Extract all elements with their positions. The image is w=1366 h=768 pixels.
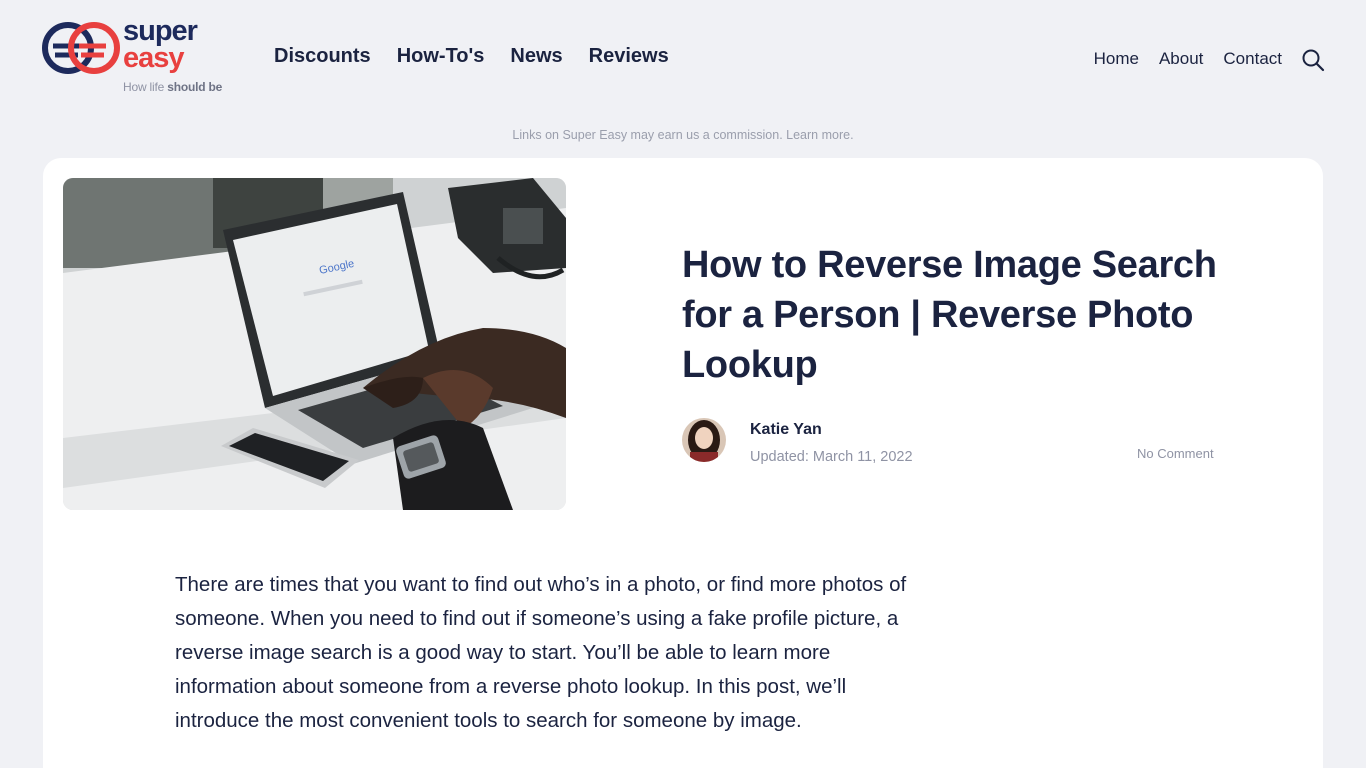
tagline-bold: should be xyxy=(167,80,223,94)
nav-discounts[interactable]: Discounts xyxy=(274,45,371,68)
hero-illustration: Google xyxy=(63,178,566,510)
article-intro: There are times that you want to find ou… xyxy=(175,573,907,732)
search-icon[interactable] xyxy=(1301,48,1325,72)
hero-image: Google xyxy=(63,178,566,510)
main-nav: Discounts How-To's News Reviews xyxy=(274,45,669,68)
logo-wordmark: super easy xyxy=(123,15,198,74)
author-avatar[interactable] xyxy=(682,418,726,462)
logo-tagline: How life should be xyxy=(123,80,222,94)
comments-link[interactable]: No Comment xyxy=(1137,446,1214,461)
secondary-nav: Home About Contact xyxy=(1094,49,1282,69)
page: super easy How life should be Discounts … xyxy=(0,0,1366,768)
site-logo[interactable]: super easy How life should be xyxy=(42,15,232,98)
article-card: Google How to Reverse Image Search for a… xyxy=(43,158,1323,768)
nav-contact[interactable]: Contact xyxy=(1223,49,1282,69)
nav-home[interactable]: Home xyxy=(1094,49,1139,69)
logo-word-super: super xyxy=(123,15,198,47)
logo-word-easy: easy xyxy=(123,42,185,74)
article-title: How to Reverse Image Search for a Person… xyxy=(682,244,1217,386)
nav-news[interactable]: News xyxy=(510,45,562,68)
super-easy-logo-mark xyxy=(42,22,120,74)
author-name[interactable]: Katie Yan xyxy=(750,421,822,439)
tagline-prefix: How life xyxy=(123,80,168,94)
affiliate-disclosure[interactable]: Links on Super Easy may earn us a commis… xyxy=(0,128,1366,142)
updated-date: Updated: March 11, 2022 xyxy=(750,449,913,465)
nav-how-tos[interactable]: How-To's xyxy=(397,45,485,68)
nav-about[interactable]: About xyxy=(1159,49,1203,69)
nav-reviews[interactable]: Reviews xyxy=(589,45,669,68)
